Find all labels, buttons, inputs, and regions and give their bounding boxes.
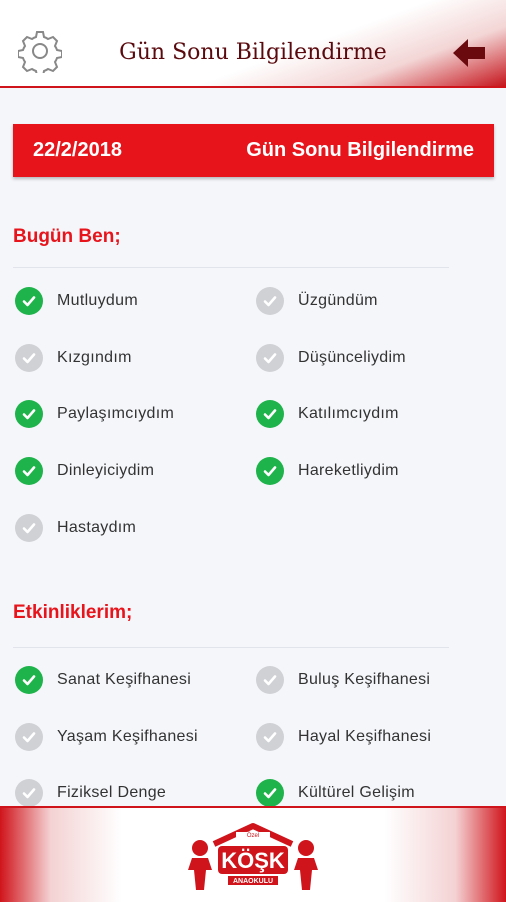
checkmark-icon [15,400,43,429]
checklist-item-label: Üzgündüm [298,292,378,309]
checklist-item-label: Paylaşımcıydım [57,405,175,423]
checkmark-icon [15,666,43,694]
app-header: Gün Sonu Bilgilendirme [0,0,506,88]
checklist-item-label: Mutluydum [57,292,138,309]
page-title: Gün Sonu Bilgilendirme [119,40,387,65]
checkmark-icon [256,287,284,315]
checklist-item-label: Hastaydım [57,518,137,536]
checklist-item-label: Sanat Keşifhanesi [57,671,192,688]
checkmark-icon [15,457,43,486]
checkmark-icon [15,343,43,372]
checkmark-icon [15,513,43,542]
divider [13,647,449,648]
checkmark-icon [256,666,284,694]
svg-text:KÖŞK: KÖŞK [221,848,285,873]
checklist-item-label: Kültürel Gelişim [298,784,415,801]
checklist-item-label: Buluş Keşifhanesi [298,671,431,688]
checklist-item-label: Fiziksel Denge [57,784,167,801]
banner-title: Gün Sonu Bilgilendirme [246,139,474,161]
checkmark-icon [15,722,43,751]
checkmark-icon [256,343,284,372]
checklist-item-label: Düşünceliydim [298,348,406,366]
checkmark-icon [256,779,284,807]
checklist-item-label: Hareketliydim [298,462,399,480]
checkmark-icon [15,287,43,315]
arrow-left-icon[interactable] [450,35,488,71]
svg-text:ANAOKULU: ANAOKULU [233,878,273,885]
checklist-item-label: Katılımcıydım [298,405,399,423]
section-title-activities: Etkinliklerim; [13,602,133,623]
date-banner: 22/2/2018 Gün Sonu Bilgilendirme [13,124,494,177]
checkmark-icon [15,779,43,807]
section-title-mood: Bugün Ben; [13,226,121,247]
svg-text:Özel: Özel [247,832,259,839]
kosk-logo: Özel KÖŞK ANAOKULU [188,823,318,890]
divider [13,267,449,268]
checkmark-icon [256,400,284,429]
checkmark-icon [256,457,284,486]
checklist-item-label: Yaşam Keşifhanesi [57,727,198,745]
checkmark-icon [256,722,284,751]
checklist-item-label: Dinleyiciydim [57,462,155,480]
banner-date: 22/2/2018 [33,139,122,161]
footer: Özel KÖŞK ANAOKULU [0,806,506,902]
checklist-item-label: Hayal Keşifhanesi [298,727,432,745]
checklist-item-label: Kızgındım [57,348,132,366]
